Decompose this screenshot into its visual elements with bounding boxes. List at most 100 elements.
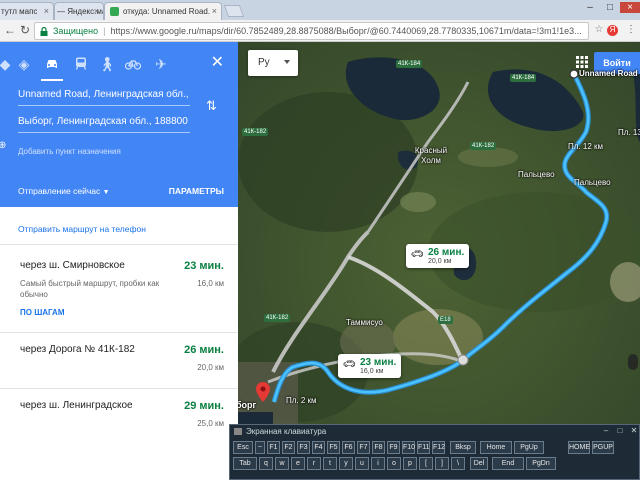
road-badge: 41К-182 [264, 314, 291, 322]
route-option-3[interactable]: через ш. Ленинградское 29 мин. 25,0 км [0, 400, 238, 440]
route-time: 29 мин. [184, 400, 224, 412]
origin-input[interactable]: Unnamed Road, Ленинградская обл., [18, 84, 190, 106]
destination-input[interactable]: Выборг, Ленинградская обл., 188800 [18, 111, 190, 133]
walk-mode-icon[interactable]: 🚶︎ [96, 53, 118, 75]
key-f10[interactable]: F10 [402, 441, 415, 454]
road-badge: 41К-182 [470, 142, 497, 150]
key-f6[interactable]: F6 [342, 441, 355, 454]
route-time: 26 мин. [184, 344, 224, 356]
route-bubble-alt[interactable]: 🚗︎ 26 мин. 20,0 км [406, 244, 470, 268]
directions-diamond-icon[interactable]: ◈ [13, 53, 35, 75]
key-f12[interactable]: F12 [432, 441, 445, 454]
keyboard-minimize-icon[interactable]: – [600, 426, 612, 435]
depart-now-dropdown[interactable]: Отправление сейчас ▼ [18, 186, 110, 196]
key-p[interactable]: p [403, 457, 417, 470]
key-home[interactable]: HOME [568, 441, 590, 454]
key-f7[interactable]: F7 [357, 441, 370, 454]
bicycle-mode-icon[interactable] [122, 53, 144, 75]
route-bubble-main[interactable]: 🚗︎ 23 мин. 16,0 км [338, 354, 402, 378]
key-bksp[interactable]: Bksp [450, 441, 476, 454]
reload-icon[interactable]: ↻ [18, 23, 32, 37]
route-via: через ш. Ленинградское [20, 400, 133, 411]
language-dropdown[interactable]: Ру [248, 50, 298, 76]
browser-tab-2[interactable]: — Яндекс.мап × [54, 2, 104, 20]
road-badge: 41К-184 [396, 60, 423, 68]
key-pgup[interactable]: PgUp [514, 441, 544, 454]
pegman-icon[interactable] [628, 354, 638, 370]
tab-close-icon[interactable]: × [94, 6, 99, 16]
city-label: борг [238, 400, 257, 410]
key-f8[interactable]: F8 [372, 441, 385, 454]
car-route-icon [0, 346, 3, 356]
address-bar[interactable]: Защищено | https://www.google.ru/maps/dir/… [34, 22, 589, 40]
key-pgup[interactable]: PGUP [592, 441, 614, 454]
keyboard-maximize-icon[interactable]: □ [614, 426, 626, 435]
chevron-down-icon: ▼ [102, 189, 110, 196]
lock-icon [40, 27, 48, 36]
key-f9[interactable]: F9 [387, 441, 400, 454]
key-pgdn[interactable]: PgDn [526, 457, 556, 470]
key-f4[interactable]: F4 [312, 441, 325, 454]
bookmark-star-icon[interactable]: ☆ [592, 24, 606, 38]
maximize-icon[interactable]: □ [600, 2, 620, 13]
on-screen-keyboard: Экранная клавиатура – □ ✕ Esc ~ F1 F2 F3 F4 F5… [229, 424, 640, 480]
key-t[interactable]: t [323, 457, 337, 470]
road-badge: E18 [438, 316, 453, 324]
send-to-phone-link[interactable]: Отправить маршрут на телефон [18, 224, 146, 234]
key-o[interactable]: o [387, 457, 401, 470]
options-button[interactable]: ПАРАМЕТРЫ [169, 186, 224, 196]
key-w[interactable]: w [275, 457, 289, 470]
flight-mode-icon[interactable]: ✈︎ [150, 53, 172, 75]
route-option-1[interactable]: через ш. Смирновское 23 мин. Самый быстр… [0, 260, 238, 332]
key-i[interactable]: i [371, 457, 385, 470]
route-steps-link[interactable]: ПО ШАГАМ [20, 308, 64, 317]
key-e[interactable]: e [291, 457, 305, 470]
key-f5[interactable]: F5 [327, 441, 340, 454]
tab-close-icon[interactable]: × [212, 6, 217, 16]
add-destination-link[interactable]: Добавить пункт назначения [18, 147, 121, 156]
route-via: через Дорога № 41К-182 [20, 344, 135, 355]
route-time: 23 мин. [184, 260, 224, 272]
key-del[interactable]: Del [470, 457, 488, 470]
key-u[interactable]: u [355, 457, 369, 470]
place-label: Таммисуо [346, 318, 383, 327]
key-[interactable]: ] [435, 457, 449, 470]
route-via: через ш. Смирновское [20, 260, 125, 271]
key-f1[interactable]: F1 [267, 441, 280, 454]
destination-pin-icon[interactable] [256, 382, 270, 402]
route-option-2[interactable]: через Дорога № 41К-182 26 мин. 20,0 км [0, 344, 238, 384]
close-window-icon[interactable]: × [620, 2, 640, 13]
browser-tab-1[interactable]: тутл мапс × [0, 2, 54, 20]
directions-panel: ◆ ◈ 🚶︎ ✈︎ ✕ Unnamed Road, Ленинградская … [0, 42, 238, 480]
new-tab-button[interactable] [223, 5, 245, 17]
station-label: Пл. 2 км [286, 396, 317, 405]
key-[interactable]: \ [451, 457, 465, 470]
car-route-icon [0, 262, 3, 272]
tab-close-icon[interactable]: × [44, 6, 49, 16]
key-r[interactable]: r [307, 457, 321, 470]
satellite-map[interactable]: Ру Войти Unnamed Road Красный Холм Пальц… [238, 42, 640, 480]
key-end[interactable]: End [492, 457, 524, 470]
apps-grid-icon[interactable] [576, 56, 588, 68]
key-home[interactable]: Home [480, 441, 512, 454]
key-f3[interactable]: F3 [297, 441, 310, 454]
minimize-icon[interactable]: – [580, 2, 600, 13]
transit-mode-icon[interactable] [70, 53, 92, 75]
menu-icon[interactable]: ⋮ [624, 24, 638, 38]
key-[interactable]: [ [419, 457, 433, 470]
close-directions-icon[interactable]: ✕ [211, 52, 224, 72]
back-icon[interactable]: ← [3, 23, 17, 37]
key-tab[interactable]: Tab [233, 457, 257, 470]
keyboard-close-icon[interactable]: ✕ [628, 426, 640, 435]
key-f11[interactable]: F11 [417, 441, 430, 454]
key-q[interactable]: q [259, 457, 273, 470]
key-y[interactable]: y [339, 457, 353, 470]
swap-waypoints-icon[interactable]: ⇅ [206, 98, 217, 114]
browser-tab-active[interactable]: откуда: Unnamed Road. × [104, 2, 222, 20]
yandex-extension-icon[interactable]: Я [607, 25, 618, 36]
key-f2[interactable]: F2 [282, 441, 295, 454]
key-esc[interactable]: Esc [233, 441, 253, 454]
add-destination-icon[interactable]: ⊕ [0, 140, 6, 151]
key-[interactable]: ~ [255, 441, 265, 454]
car-mode-icon[interactable] [41, 53, 63, 81]
